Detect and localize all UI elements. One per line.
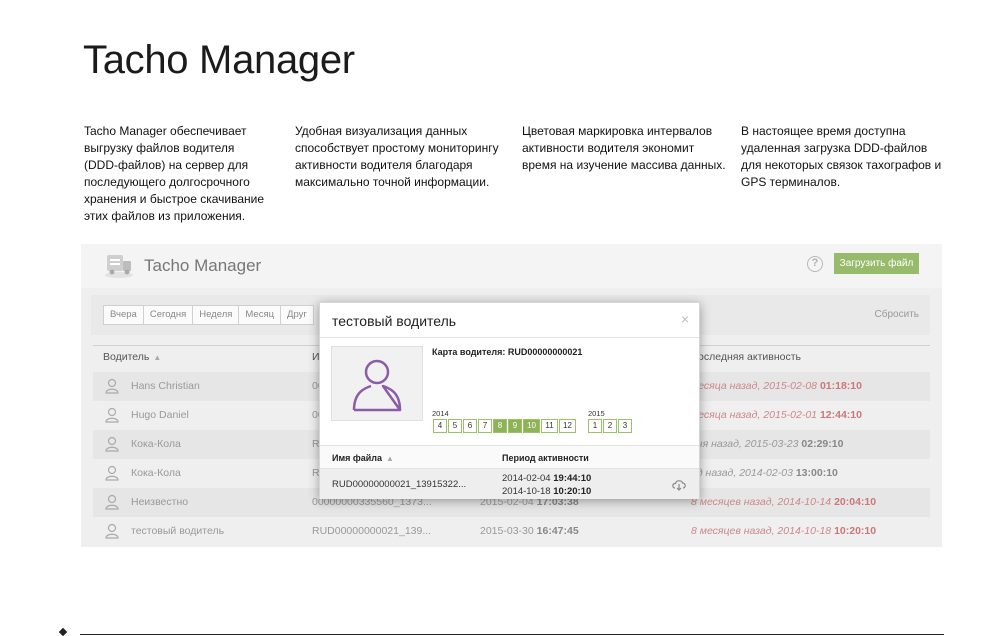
last-activity: 8 месяцев назад, 2014-10-18 10:20:10	[691, 525, 877, 537]
user-icon	[105, 523, 119, 539]
truck-logo-icon	[105, 255, 133, 278]
user-icon	[105, 407, 119, 423]
last-activity: 8 месяцев назад, 2014-10-14 20:04:10	[691, 496, 877, 508]
card-id: RUD00000000021_139...	[312, 525, 432, 537]
modal-divider	[320, 337, 699, 338]
period-filter-group: Вчера Сегодня Неделя Месяц Друг	[103, 305, 314, 325]
user-avatar-icon	[352, 359, 402, 412]
modal-title: тестовый водитель	[332, 313, 457, 329]
last-activity: дня назад, 2015-03-23 02:29:10	[691, 438, 844, 450]
month-cell[interactable]: 3	[618, 419, 632, 433]
activity-start: 2015-03-30 16:47:45	[480, 525, 579, 537]
last-activity: од назад, 2014-02-03 13:00:10	[691, 467, 838, 479]
user-icon	[105, 494, 119, 510]
month-cell-active[interactable]: 9	[508, 419, 522, 433]
help-icon[interactable]: ?	[807, 256, 823, 272]
reset-filter-link[interactable]: Сбросить	[875, 309, 919, 320]
month-cell-active[interactable]: 8	[493, 419, 507, 433]
driver-name: Hugo Daniel	[131, 409, 189, 421]
feature-text-4: В настоящее время доступна удаленная заг…	[741, 124, 942, 189]
upload-file-button[interactable]: Загрузить файл	[834, 253, 919, 274]
file-row[interactable]: RUD00000000021_13915322... 2014-02-04 19…	[320, 469, 699, 499]
user-icon	[105, 436, 119, 452]
sort-asc-icon: ▲	[386, 454, 394, 463]
file-name: RUD00000000021_13915322...	[332, 479, 467, 490]
page-title: Tacho Manager	[83, 38, 355, 82]
month-cell[interactable]: 5	[448, 419, 462, 433]
divider-marker	[58, 627, 68, 636]
filter-month-button[interactable]: Месяц	[238, 305, 282, 325]
files-table-header: Имя файла ▲ Период активности	[320, 445, 699, 469]
app-title: Tacho Manager	[144, 256, 262, 275]
month-cell[interactable]: 12	[559, 419, 576, 433]
user-icon	[105, 378, 119, 394]
feature-text-3: Цветовая маркировка интервалов активност…	[522, 124, 726, 172]
driver-card-label: Карта водителя: RUD00000000021	[432, 347, 583, 357]
user-icon	[105, 465, 119, 481]
filter-today-button[interactable]: Сегодня	[142, 305, 194, 325]
period-start: 2014-02-04 19:44:10	[502, 473, 592, 484]
column-header-file-name[interactable]: Имя файла ▲	[332, 453, 394, 463]
last-activity: месяца назад, 2015-02-01 12:44:10	[691, 409, 862, 421]
filter-yesterday-button[interactable]: Вчера	[103, 305, 144, 325]
feature-text-1: Tacho Manager обеспечивает выгрузку файл…	[84, 124, 264, 223]
driver-detail-modal: тестовый водитель × Карта водителя: RUD0…	[319, 302, 700, 499]
months-2014: 4 5 6 7 8 9 10 11 12	[433, 419, 577, 433]
month-cell[interactable]: 4	[433, 419, 447, 433]
column-header-activity-period[interactable]: Период активности	[502, 453, 589, 463]
feature-text-2: Удобная визуализация данных способствует…	[295, 124, 499, 189]
month-cell-active[interactable]: 10	[523, 419, 540, 433]
month-cell[interactable]: 11	[541, 419, 558, 433]
driver-name: Кока-Кола	[131, 438, 181, 450]
driver-name: Hans Christian	[131, 380, 200, 392]
column-header-driver[interactable]: Водитель ▲	[103, 351, 161, 363]
month-cell[interactable]: 2	[603, 419, 617, 433]
cloud-download-icon[interactable]	[671, 478, 687, 491]
year-label-2015: 2015	[588, 409, 605, 418]
avatar	[331, 346, 423, 421]
sort-asc-icon: ▲	[153, 353, 162, 362]
month-cell[interactable]: 7	[478, 419, 492, 433]
year-label-2014: 2014	[432, 409, 449, 418]
driver-name: Кока-Кола	[131, 467, 181, 479]
app-header: Tacho Manager ? Загрузить файл	[81, 244, 942, 288]
filter-other-button[interactable]: Друг	[280, 305, 314, 325]
months-2015: 1 2 3	[588, 419, 633, 433]
column-header-last-activity[interactable]: оследняя активность	[698, 351, 801, 363]
month-cell[interactable]: 1	[588, 419, 602, 433]
driver-name: тестовый водитель	[131, 525, 225, 537]
month-cell[interactable]: 6	[463, 419, 477, 433]
period-end: 2014-10-18 10:20:10	[502, 486, 592, 497]
close-icon[interactable]: ×	[681, 311, 689, 327]
filter-week-button[interactable]: Неделя	[192, 305, 240, 325]
driver-name: Неизвестно	[131, 496, 189, 508]
bottom-divider	[80, 634, 944, 635]
last-activity: месяца назад, 2015-02-08 01:18:10	[691, 380, 862, 392]
table-row[interactable]: тестовый водитель RUD00000000021_139... …	[93, 517, 930, 546]
